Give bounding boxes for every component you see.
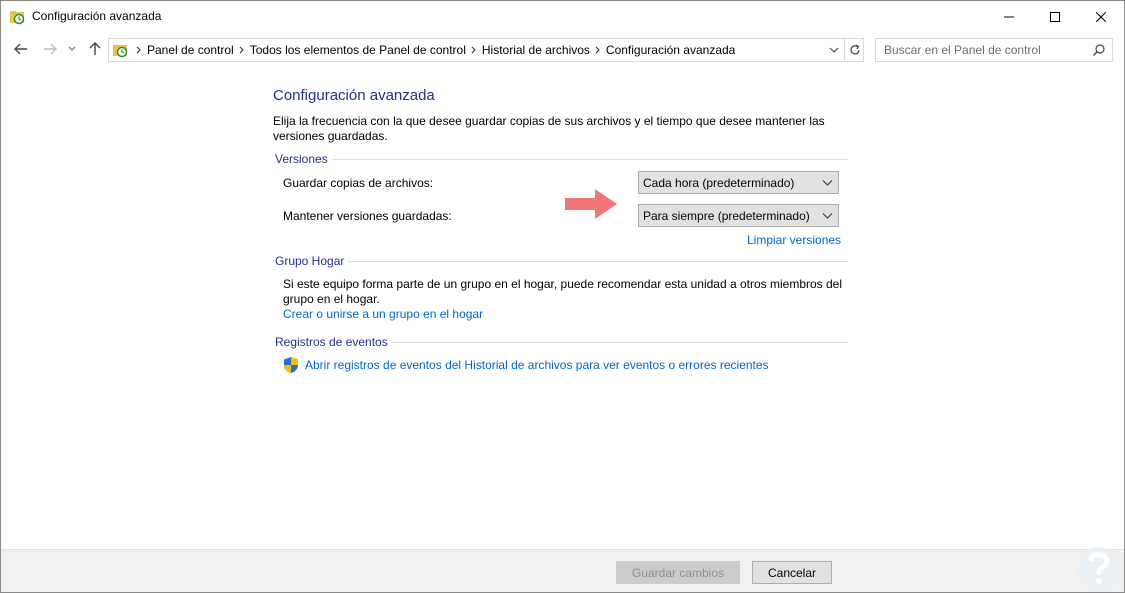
event-logs-link[interactable]: Abrir registros de eventos del Historial… xyxy=(305,358,769,372)
save-changes-button[interactable]: Guardar cambios xyxy=(616,561,740,584)
versions-group-label: Versiones xyxy=(275,152,332,166)
breadcrumb: Panel de control Todos los elementos de … xyxy=(131,39,735,61)
chevron-down-icon xyxy=(822,180,833,186)
uac-shield-icon xyxy=(284,357,298,373)
back-button[interactable] xyxy=(11,38,31,60)
save-frequency-select[interactable]: Cada hora (predeterminado) xyxy=(638,171,839,194)
chevron-right-icon[interactable] xyxy=(234,39,250,61)
breadcrumb-advanced-settings[interactable]: Configuración avanzada xyxy=(606,43,735,57)
window: Configuración avanzada Panel de control … xyxy=(0,0,1125,593)
chevron-down-icon xyxy=(829,47,839,53)
forward-button[interactable] xyxy=(40,38,60,60)
footer: Guardar cambios Cancelar xyxy=(1,549,1124,592)
refresh-icon xyxy=(849,44,860,55)
breadcrumb-file-history[interactable]: Historial de archivos xyxy=(482,43,590,57)
refresh-button[interactable] xyxy=(844,39,864,61)
close-button[interactable] xyxy=(1078,1,1124,32)
address-bar[interactable]: Panel de control Todos los elementos de … xyxy=(108,38,864,62)
events-group-header: Registros de eventos xyxy=(275,335,848,351)
chevron-right-icon[interactable] xyxy=(131,39,147,61)
chevron-right-icon[interactable] xyxy=(466,39,482,61)
chevron-down-icon xyxy=(822,213,833,219)
cancel-button[interactable]: Cancelar xyxy=(752,561,832,584)
versions-group-header: Versiones xyxy=(275,152,848,168)
arrow-left-icon xyxy=(14,43,27,55)
file-history-icon xyxy=(10,11,25,25)
arrow-right-icon xyxy=(44,43,57,55)
keep-versions-value: Para siempre (predeterminado) xyxy=(643,209,810,223)
watermark-logo-icon xyxy=(1077,547,1121,591)
events-group-label: Registros de eventos xyxy=(275,335,392,349)
breadcrumb-all-items[interactable]: Todos los elementos de Panel de control xyxy=(250,43,466,57)
address-history-button[interactable] xyxy=(824,39,844,61)
page-description: Elija la frecuencia con la que desee gua… xyxy=(273,114,825,143)
homegroup-group-label: Grupo Hogar xyxy=(275,254,349,268)
divider xyxy=(275,159,848,160)
search-icon xyxy=(1093,44,1105,56)
up-button[interactable] xyxy=(86,38,104,60)
annotation-arrow-icon xyxy=(565,189,617,219)
recent-locations-button[interactable] xyxy=(65,38,79,60)
navigation-bar: Panel de control Todos los elementos de … xyxy=(1,34,1124,64)
chevron-down-icon xyxy=(68,46,76,51)
homegroup-description: Si este equipo forma parte de un grupo e… xyxy=(283,277,843,306)
homegroup-group-header: Grupo Hogar xyxy=(275,254,848,270)
arrow-up-icon xyxy=(89,42,101,55)
search-placeholder: Buscar en el Panel de control xyxy=(884,43,1041,57)
minimize-button[interactable] xyxy=(986,1,1032,32)
search-input[interactable]: Buscar en el Panel de control xyxy=(875,38,1113,62)
save-copies-label: Guardar copias de archivos: xyxy=(283,176,434,190)
close-icon xyxy=(1096,11,1106,22)
keep-versions-select[interactable]: Para siempre (predeterminado) xyxy=(638,204,839,227)
page-title: Configuración avanzada xyxy=(273,87,435,104)
clean-up-versions-link[interactable]: Limpiar versiones xyxy=(747,233,841,247)
save-frequency-value: Cada hora (predeterminado) xyxy=(643,176,795,190)
homegroup-link[interactable]: Crear o unirse a un grupo en el hogar xyxy=(283,307,483,321)
title-bar: Configuración avanzada xyxy=(1,1,1124,32)
keep-versions-label: Mantener versiones guardadas: xyxy=(283,209,452,223)
maximize-icon xyxy=(1050,11,1060,22)
chevron-right-icon[interactable] xyxy=(590,39,606,61)
window-title: Configuración avanzada xyxy=(32,9,162,23)
minimize-icon xyxy=(1004,16,1014,17)
breadcrumb-control-panel[interactable]: Panel de control xyxy=(147,43,234,57)
control-panel-icon xyxy=(113,45,128,58)
maximize-button[interactable] xyxy=(1032,1,1078,32)
divider xyxy=(275,261,848,262)
